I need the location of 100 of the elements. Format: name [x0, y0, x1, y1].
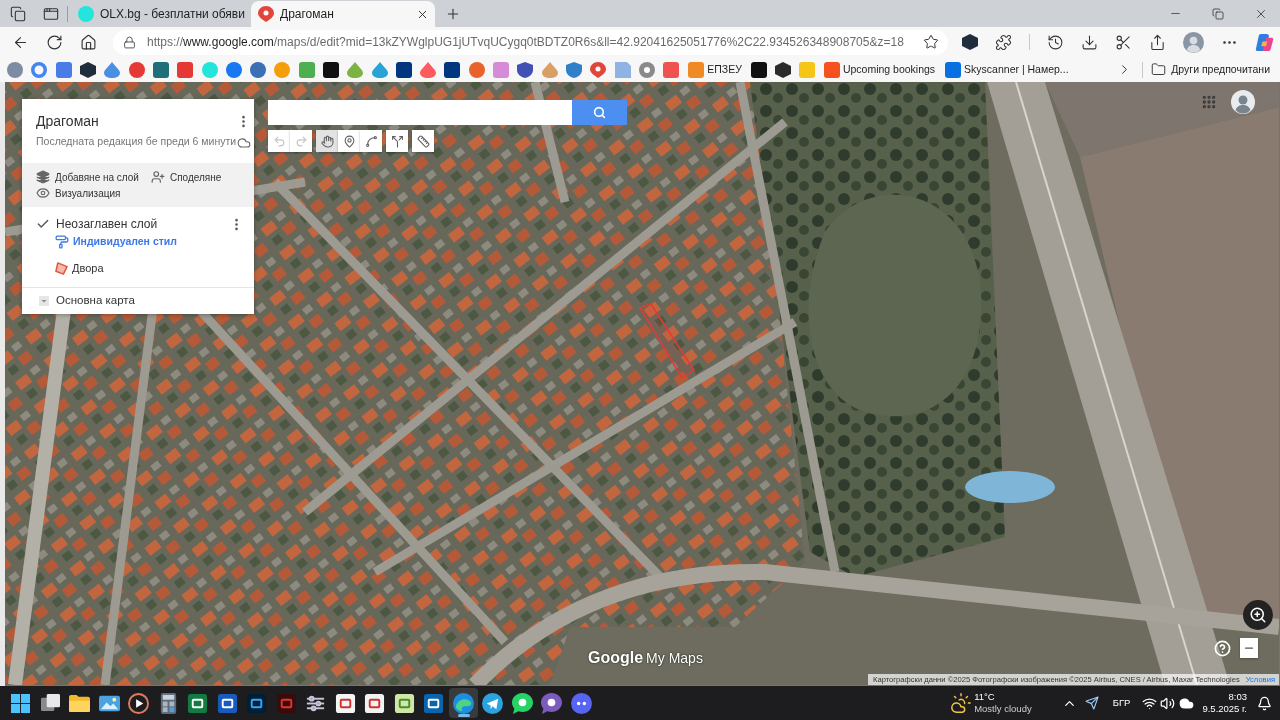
task-view-icon[interactable] — [40, 693, 60, 713]
search-field[interactable] — [268, 100, 572, 125]
shield-icon[interactable] — [517, 61, 534, 78]
gear-icon[interactable] — [638, 61, 655, 78]
hexagon-icon[interactable] — [774, 61, 791, 78]
avatar-icon[interactable] — [1231, 90, 1255, 114]
drop-icon[interactable] — [371, 61, 388, 78]
eye-icon — [36, 186, 50, 200]
preview-button[interactable]: Визуализация — [36, 185, 254, 201]
logo-wordmark: Google — [588, 648, 644, 668]
weather-widget[interactable]: 11°C Mostly cloudy — [950, 688, 1032, 718]
help-icon[interactable] — [1214, 640, 1231, 657]
taskbar-button[interactable] — [448, 688, 478, 718]
restore-icon[interactable] — [1212, 7, 1224, 20]
puzzle-icon[interactable] — [995, 33, 1012, 51]
draw-line-button[interactable] — [360, 130, 382, 152]
fork-arrow-icon — [390, 134, 404, 148]
zoom-in-icon — [1249, 606, 1267, 624]
round-logo-icon[interactable] — [250, 61, 267, 78]
avatar-icon[interactable] — [1183, 31, 1204, 53]
app-tile-icon — [216, 692, 238, 714]
ring-logo-icon[interactable] — [31, 61, 48, 78]
paper-plane-icon[interactable] — [1084, 696, 1099, 710]
add-marker-button[interactable] — [338, 130, 360, 152]
layer-checkbox[interactable] — [36, 217, 50, 231]
app-tile-icon — [334, 692, 356, 714]
cloud-icon[interactable] — [1179, 695, 1195, 711]
map-title[interactable]: Драгоман — [36, 113, 237, 130]
undo-icon — [272, 134, 286, 148]
style-link[interactable]: Индивидуален стил — [55, 233, 177, 251]
round-logo-icon — [78, 6, 94, 22]
map-pin-icon — [258, 6, 274, 22]
drop-icon[interactable] — [104, 61, 121, 78]
app-tile-icon — [423, 692, 445, 714]
share-button[interactable]: Споделяне — [150, 169, 222, 185]
satellite-map-drawing[interactable] — [5, 82, 1279, 685]
address-field[interactable]: https://www.google.com/maps/d/edit?mid=13kZYWglpUG1jUTvqUCygq0tBDTZ0R6s&ll=42.92041625051776%2C22.934526348908705&z=18 — [113, 29, 948, 55]
layers-icon — [36, 170, 50, 184]
search-button[interactable] — [572, 100, 627, 125]
browser-tab[interactable]: Драгоман — [251, 1, 435, 27]
star-icon[interactable] — [923, 34, 939, 50]
drop-icon[interactable] — [420, 61, 437, 78]
add-person-icon — [150, 170, 165, 184]
apps-grid-icon[interactable] — [1201, 94, 1217, 110]
redo-icon — [294, 134, 308, 148]
refresh-icon[interactable] — [46, 33, 63, 51]
dropdown-caret-icon — [39, 296, 49, 306]
date-time-button[interactable]: 8:03 9.5.2025 г. — [1202, 691, 1247, 715]
square-logo-icon[interactable] — [444, 61, 461, 78]
windows-logo-icon[interactable] — [11, 693, 31, 713]
bookmark-button[interactable]: ЕПЗЕУ — [683, 58, 747, 81]
hand-tool-button[interactable] — [316, 130, 338, 152]
line-icon — [364, 134, 378, 148]
square-logo-icon[interactable] — [323, 61, 339, 78]
paint-roller-icon — [55, 235, 69, 249]
map-feature-item[interactable]: Двора — [55, 259, 104, 277]
hexagon-icon[interactable] — [962, 34, 978, 50]
directions-button[interactable] — [386, 130, 408, 152]
base-map-item[interactable]: Основна карта — [39, 293, 135, 309]
window-icon[interactable] — [43, 5, 59, 22]
home-icon[interactable] — [80, 33, 97, 51]
language-indicator[interactable]: БГР — [1112, 695, 1131, 711]
share-icon[interactable] — [1149, 33, 1166, 51]
round-logo-icon[interactable] — [225, 61, 242, 78]
stacked-squares-icon[interactable] — [10, 5, 26, 22]
bookmark-button[interactable]: Skyscanner | Намер... — [940, 58, 1074, 81]
folder-icon — [69, 692, 91, 714]
round-app-icon — [570, 692, 592, 714]
last-edit-note: Последната редакция бе преди 6 минути — [36, 135, 237, 148]
square-logo-icon[interactable] — [395, 61, 412, 78]
wifi-icon[interactable] — [1142, 695, 1158, 711]
other-favorites-button[interactable]: Други предпочитани — [1151, 58, 1270, 81]
speaker-icon[interactable] — [1160, 695, 1176, 711]
browser-tab[interactable]: OLX.bg - безплатни обяви — [71, 1, 251, 27]
zoom-out-button[interactable] — [1240, 638, 1258, 658]
cloud-sun-icon — [950, 692, 973, 714]
play-icon — [128, 692, 150, 714]
app-tile-icon — [187, 692, 209, 714]
download-icon[interactable] — [1081, 33, 1098, 51]
history-icon[interactable] — [1047, 33, 1064, 51]
swirl-logo-icon[interactable] — [1255, 32, 1274, 52]
round-logo-icon[interactable] — [128, 61, 145, 78]
bell-icon[interactable] — [1257, 695, 1272, 711]
add-layer-button[interactable]: Добавяне на слой — [36, 169, 139, 185]
bookmark-button[interactable]: Upcoming bookings — [818, 58, 941, 81]
layer-name[interactable]: Неозаглавен слой — [56, 215, 158, 233]
chat-bubble-icon — [511, 692, 533, 714]
map-pin-icon[interactable] — [590, 61, 607, 78]
app-tile-icon — [246, 692, 268, 714]
shield-icon[interactable] — [565, 61, 582, 78]
app-tile-icon — [364, 692, 386, 714]
swirl-icon — [452, 692, 474, 714]
round-logo-icon[interactable] — [468, 61, 485, 78]
scissors-icon[interactable] — [1115, 33, 1132, 51]
hexagon-icon[interactable] — [80, 61, 97, 78]
round-logo-icon[interactable] — [7, 61, 24, 78]
lock-icon[interactable] — [123, 35, 136, 49]
square-logo-icon[interactable] — [750, 61, 767, 78]
paper-plane-icon — [482, 692, 504, 714]
measure-button[interactable] — [412, 130, 434, 152]
